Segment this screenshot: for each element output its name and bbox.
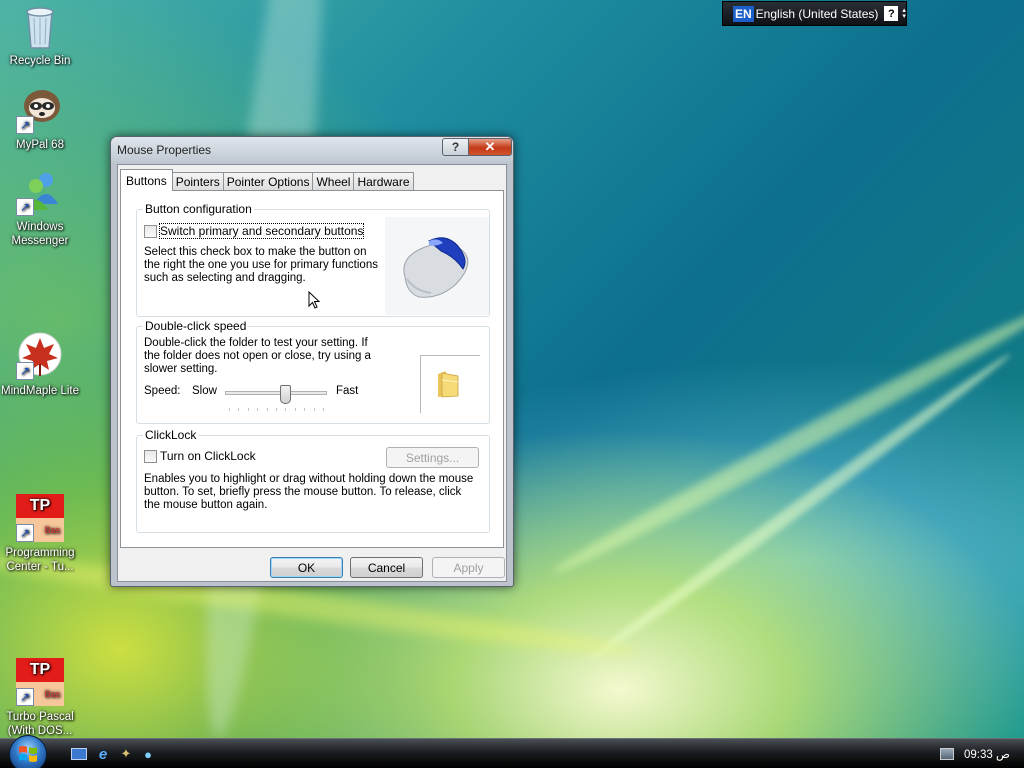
windows-messenger-label: Windows Messenger (11, 221, 69, 247)
start-button[interactable] (9, 735, 47, 768)
clicklock-checkbox[interactable] (144, 450, 157, 463)
wallpaper-streak (585, 348, 1015, 666)
slider-tick (257, 408, 259, 411)
mindmaple-leaf-icon: ↗ (16, 332, 64, 380)
slider-tick (266, 408, 268, 411)
clicklock-settings-button[interactable]: Settings... (386, 447, 479, 468)
test-folder-area[interactable] (420, 355, 480, 413)
tp-programming-icon: TP Bas ↗ (16, 494, 64, 542)
internet-explorer-icon[interactable]: e (94, 745, 112, 763)
clicklock-label[interactable]: Turn on ClickLock (160, 449, 256, 463)
double-click-speed-title: Double-click speed (143, 319, 249, 333)
network-icon[interactable] (940, 748, 954, 760)
window-title: Mouse Properties (117, 143, 212, 157)
language-bar-help-icon[interactable]: ? (884, 6, 899, 21)
slider-tick (323, 408, 324, 411)
language-bar-options-icon[interactable]: ▴ ▾ (902, 7, 906, 20)
language-name[interactable]: English (United States) (756, 7, 879, 21)
tab-hardware[interactable]: Hardware (353, 172, 414, 191)
help-button[interactable]: ? (442, 138, 469, 156)
turbo-pascal-label: Turbo Pascal (With DOS... (6, 711, 74, 737)
language-bar[interactable]: EN English (United States) ? ▴ ▾ (722, 1, 907, 26)
slider-tick (229, 408, 230, 411)
shortcut-arrow-icon: ↗ (16, 116, 34, 134)
double-click-description: Double-click the folder to test your set… (144, 337, 371, 375)
programming-center-label: Programming Center - Tu... (5, 547, 75, 573)
mouse-illustration-icon (385, 217, 489, 315)
tab-pointers[interactable]: Pointers (171, 172, 224, 191)
slider-tick (313, 408, 315, 411)
tab-strip: Buttons Pointers Pointer Options Wheel H… (120, 169, 414, 191)
slider-tick (276, 408, 277, 411)
show-desktop-icon[interactable] (70, 745, 88, 763)
tab-buttons[interactable]: Buttons (120, 169, 173, 191)
clicklock-description: Enables you to highlight or drag without… (144, 473, 474, 511)
slow-label: Slow (192, 385, 217, 397)
wallpaper-streak (547, 299, 1024, 583)
desktop-icon-mindmaple[interactable]: ↗ MindMaple Lite (0, 332, 80, 398)
messenger-people-icon: ↗ (16, 168, 64, 216)
taskbar: e ✦ ● 09:33 ص (0, 735, 1024, 768)
folder-icon[interactable] (436, 370, 462, 398)
recycle-bin-label: Recycle Bin (9, 55, 71, 67)
slider-tick (247, 408, 249, 411)
desktop-icon-recycle-bin[interactable]: Recycle Bin (0, 2, 80, 68)
cancel-button[interactable]: Cancel (350, 557, 423, 578)
desktop-icon-turbo-pascal[interactable]: TP Bas ↗ Turbo Pascal (With DOS... (0, 658, 80, 738)
mypal-raccoon-icon: ↗ (16, 86, 64, 134)
language-code[interactable]: EN (733, 5, 754, 22)
mouse-properties-window: Mouse Properties ? ✕ Buttons Pointers Po… (110, 136, 514, 587)
double-click-speed-slider-thumb[interactable] (279, 385, 291, 404)
desktop-icon-windows-messenger[interactable]: ↗ Windows Messenger (0, 168, 80, 248)
mindmaple-label: MindMaple Lite (1, 385, 79, 397)
shortcut-arrow-icon: ↗ (16, 362, 34, 380)
switch-windows-icon[interactable]: ✦ (117, 745, 135, 763)
shortcut-arrow-icon: ↗ (16, 688, 34, 706)
desktop-icon-programming-center[interactable]: TP Bas ↗ Programming Center - Tu... (0, 494, 80, 574)
recycle-bin-icon (16, 2, 64, 50)
double-click-speed-slider-track[interactable] (225, 391, 327, 395)
fast-label: Fast (336, 385, 359, 397)
button-configuration-description: Select this check box to make the button… (144, 246, 378, 284)
windows-logo-icon (19, 746, 37, 762)
switch-buttons-label[interactable]: Switch primary and secondary buttons (158, 223, 365, 239)
slider-tick (304, 408, 306, 411)
switch-buttons-checkbox[interactable] (144, 225, 157, 238)
clock[interactable]: 09:33 ص (964, 747, 1010, 761)
title-bar[interactable]: Mouse Properties ? ✕ (111, 137, 513, 163)
ok-button[interactable]: OK (270, 557, 343, 578)
system-tray: 09:33 ص (940, 739, 1010, 768)
mypal-label: MyPal 68 (16, 139, 64, 151)
button-configuration-title: Button configuration (143, 202, 254, 216)
messenger-quicklaunch-icon[interactable]: ● (139, 745, 157, 763)
shortcut-arrow-icon: ↗ (16, 524, 34, 542)
clicklock-title: ClickLock (143, 428, 199, 442)
shortcut-arrow-icon: ↗ (16, 198, 34, 216)
slider-tick (285, 408, 287, 411)
slider-tick (294, 408, 296, 411)
mouse-cursor-icon (308, 290, 321, 313)
speed-label: Speed: (144, 385, 181, 397)
tab-wheel[interactable]: Wheel (312, 172, 355, 191)
desktop-icon-mypal[interactable]: ↗ MyPal 68 (0, 86, 80, 152)
apply-button[interactable]: Apply (432, 557, 505, 578)
tp-turbo-pascal-icon: TP Bas ↗ (16, 658, 64, 706)
tab-pointer-options[interactable]: Pointer Options (222, 172, 314, 191)
slider-tick (238, 408, 240, 411)
close-button[interactable]: ✕ (468, 138, 512, 156)
